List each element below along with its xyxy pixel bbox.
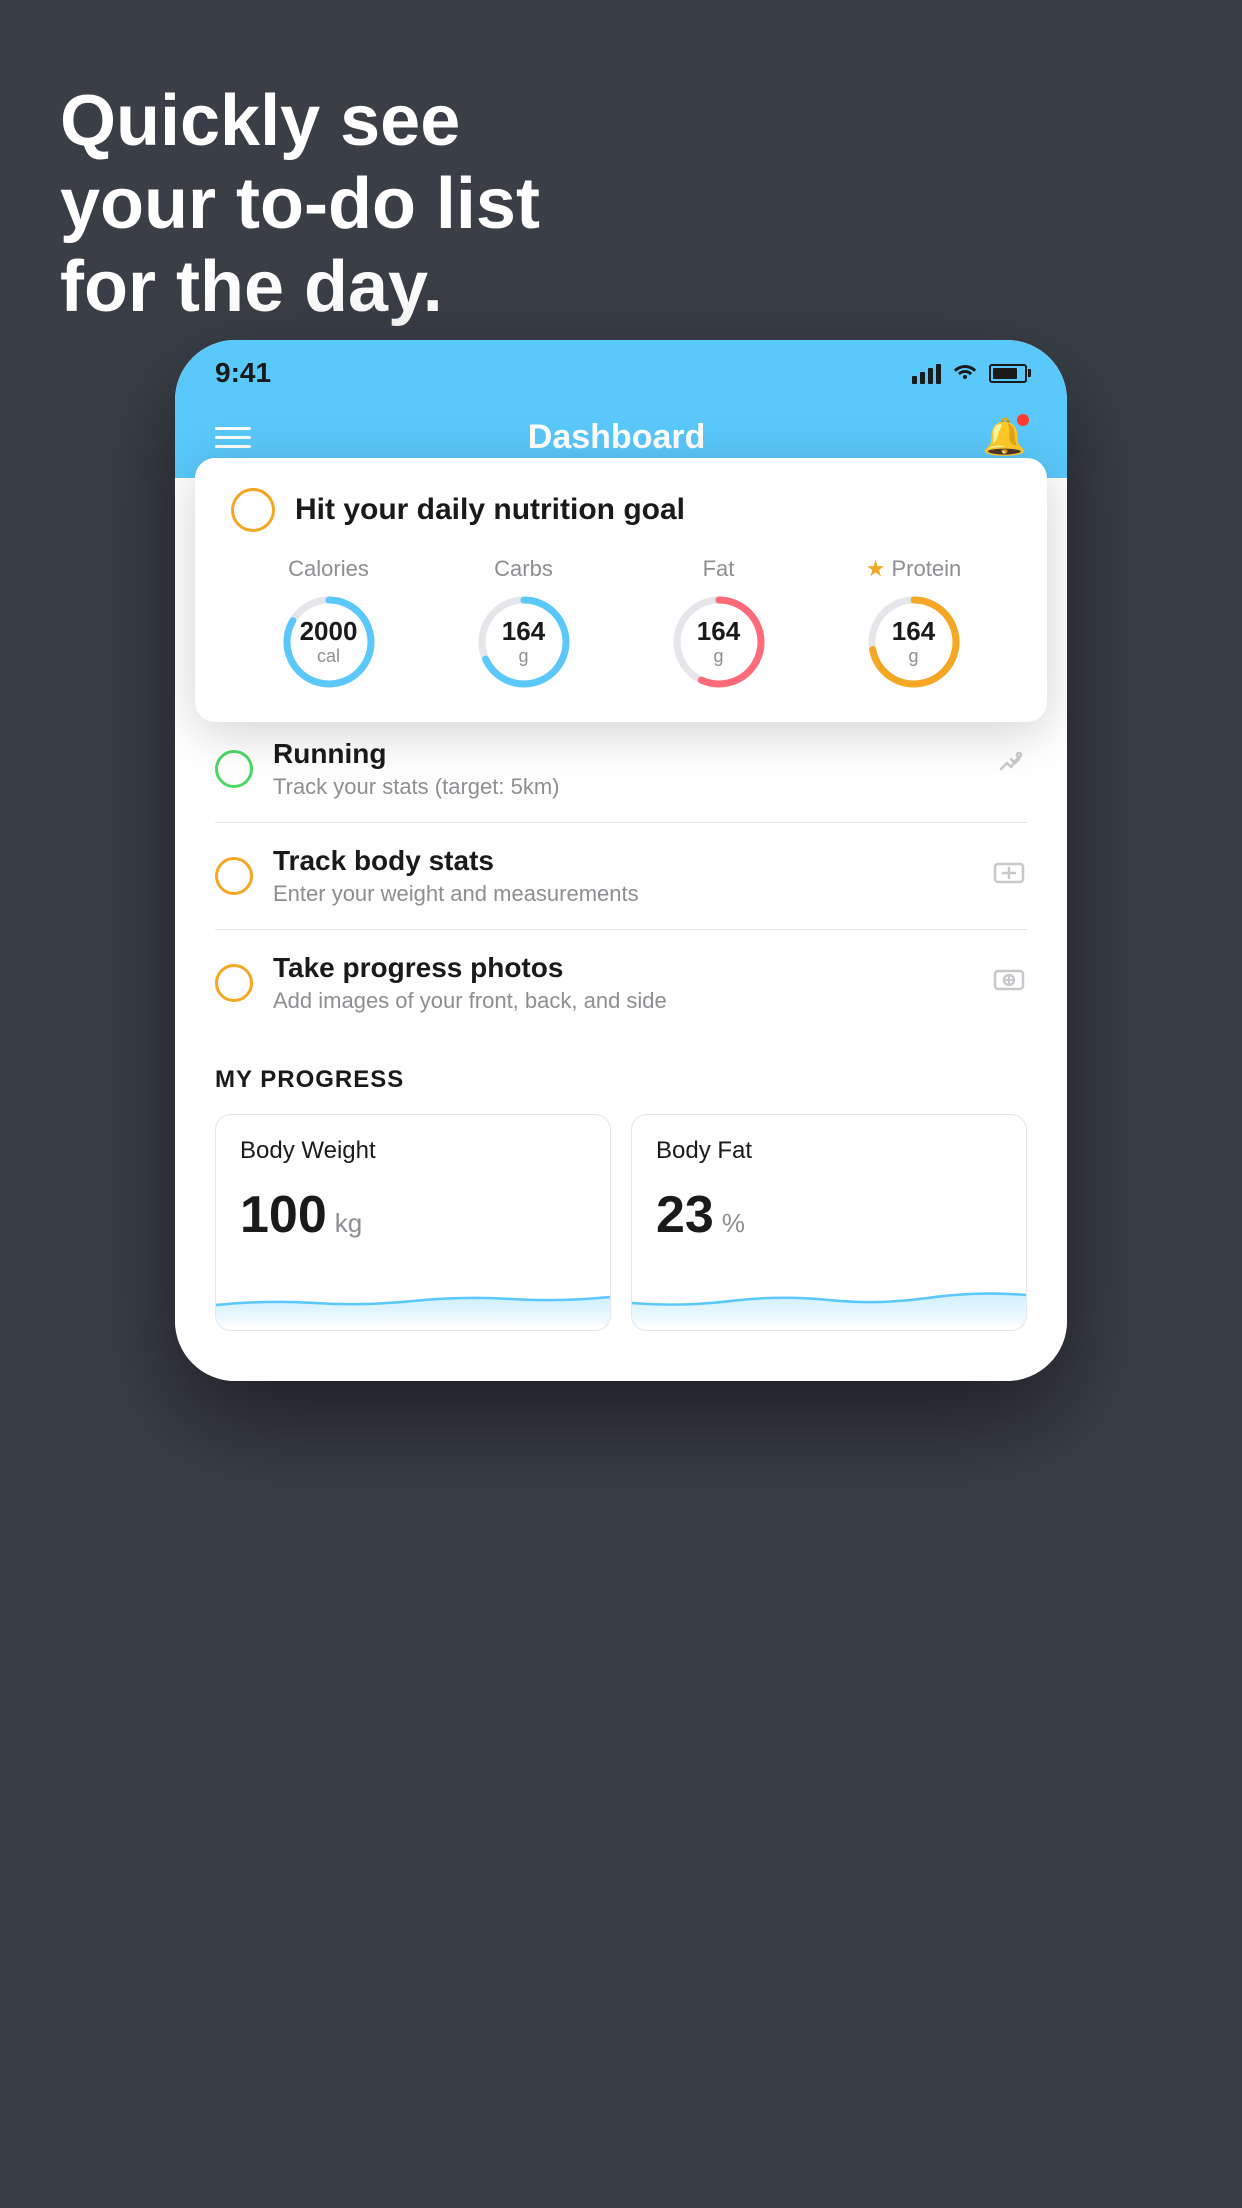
fat-value: 164 xyxy=(697,617,740,646)
nutrition-carbs: Carbs 164 g xyxy=(474,556,574,692)
nutrition-calories: Calories 2000 cal xyxy=(279,556,379,692)
body-stats-icon xyxy=(991,858,1027,894)
status-time: 9:41 xyxy=(215,357,271,389)
running-text: Running Track your stats (target: 5km) xyxy=(273,738,971,800)
notification-button[interactable]: 🔔 xyxy=(982,416,1027,458)
progress-photos-icon xyxy=(991,965,1027,1001)
body-fat-card[interactable]: Body Fat 23 % xyxy=(631,1114,1027,1331)
running-sub: Track your stats (target: 5km) xyxy=(273,774,971,800)
calories-unit: cal xyxy=(317,646,340,666)
fat-unit: g xyxy=(713,646,723,666)
nutrition-card-header: Hit your daily nutrition goal xyxy=(231,488,1011,532)
progress-photos-checkbox[interactable] xyxy=(215,964,253,1002)
star-icon: ★ xyxy=(866,556,886,582)
body-weight-title: Body Weight xyxy=(240,1137,586,1165)
calories-label: Calories xyxy=(288,556,369,582)
todo-body-stats[interactable]: Track body stats Enter your weight and m… xyxy=(215,823,1027,930)
nutrition-fat: Fat 164 g xyxy=(669,556,769,692)
fat-label: Fat xyxy=(703,556,735,582)
body-stats-name: Track body stats xyxy=(273,845,971,877)
status-bar: 9:41 xyxy=(175,340,1067,400)
body-weight-value: 100 xyxy=(240,1185,327,1245)
calories-value: 2000 xyxy=(300,617,358,646)
todo-running[interactable]: Running Track your stats (target: 5km) xyxy=(215,716,1027,823)
nutrition-grid: Calories 2000 cal Carbs xyxy=(231,556,1011,692)
headline-line3: for the day. xyxy=(60,246,540,329)
body-fat-value-row: 23 % xyxy=(656,1185,1002,1245)
content-area: THINGS TO DO TODAY Hit your daily nutrit… xyxy=(175,478,1067,1381)
protein-unit: g xyxy=(908,646,918,666)
my-progress-section: MY PROGRESS Body Weight 100 kg xyxy=(215,1036,1027,1351)
nutrition-protein: ★ Protein 164 g xyxy=(864,556,964,692)
protein-label: ★ Protein xyxy=(866,556,961,582)
carbs-circle: 164 g xyxy=(474,592,574,692)
running-name: Running xyxy=(273,738,971,770)
protein-circle: 164 g xyxy=(864,592,964,692)
my-progress-title: MY PROGRESS xyxy=(215,1066,1027,1094)
notification-dot xyxy=(1017,414,1029,426)
nutrition-card-title: Hit your daily nutrition goal xyxy=(295,493,685,527)
headline-line1: Quickly see xyxy=(60,80,540,163)
todo-list: Running Track your stats (target: 5km) T… xyxy=(215,716,1027,1036)
running-checkbox[interactable] xyxy=(215,750,253,788)
headline: Quickly see your to-do list for the day. xyxy=(60,80,540,328)
fat-circle: 164 g xyxy=(669,592,769,692)
carbs-value: 164 xyxy=(502,617,545,646)
battery-icon xyxy=(989,364,1027,383)
nutrition-checkbox[interactable] xyxy=(231,488,275,532)
body-fat-title: Body Fat xyxy=(656,1137,1002,1165)
body-stats-sub: Enter your weight and measurements xyxy=(273,881,971,907)
body-weight-value-row: 100 kg xyxy=(240,1185,586,1245)
progress-photos-text: Take progress photos Add images of your … xyxy=(273,952,971,1014)
calories-circle: 2000 cal xyxy=(279,592,379,692)
body-fat-chart xyxy=(632,1265,1026,1325)
carbs-label: Carbs xyxy=(494,556,553,582)
body-weight-chart xyxy=(216,1265,610,1325)
nav-title: Dashboard xyxy=(528,418,706,457)
menu-button[interactable] xyxy=(215,427,251,448)
body-fat-value: 23 xyxy=(656,1185,714,1245)
body-weight-unit: kg xyxy=(335,1208,362,1239)
progress-photos-sub: Add images of your front, back, and side xyxy=(273,988,971,1014)
body-fat-unit: % xyxy=(722,1208,745,1239)
progress-cards: Body Weight 100 kg xyxy=(215,1114,1027,1331)
todo-progress-photos[interactable]: Take progress photos Add images of your … xyxy=(215,930,1027,1036)
running-icon xyxy=(991,751,1027,787)
signal-icon xyxy=(912,362,941,384)
carbs-unit: g xyxy=(518,646,528,666)
body-stats-checkbox[interactable] xyxy=(215,857,253,895)
progress-photos-name: Take progress photos xyxy=(273,952,971,984)
nutrition-card: Hit your daily nutrition goal Calories 2… xyxy=(195,458,1047,722)
body-weight-card[interactable]: Body Weight 100 kg xyxy=(215,1114,611,1331)
body-stats-text: Track body stats Enter your weight and m… xyxy=(273,845,971,907)
wifi-icon xyxy=(951,360,979,386)
status-icons xyxy=(912,360,1027,386)
phone-frame: 9:41 Dashboard 🔔 TH xyxy=(175,340,1067,1381)
protein-value: 164 xyxy=(892,617,935,646)
headline-line2: your to-do list xyxy=(60,163,540,246)
